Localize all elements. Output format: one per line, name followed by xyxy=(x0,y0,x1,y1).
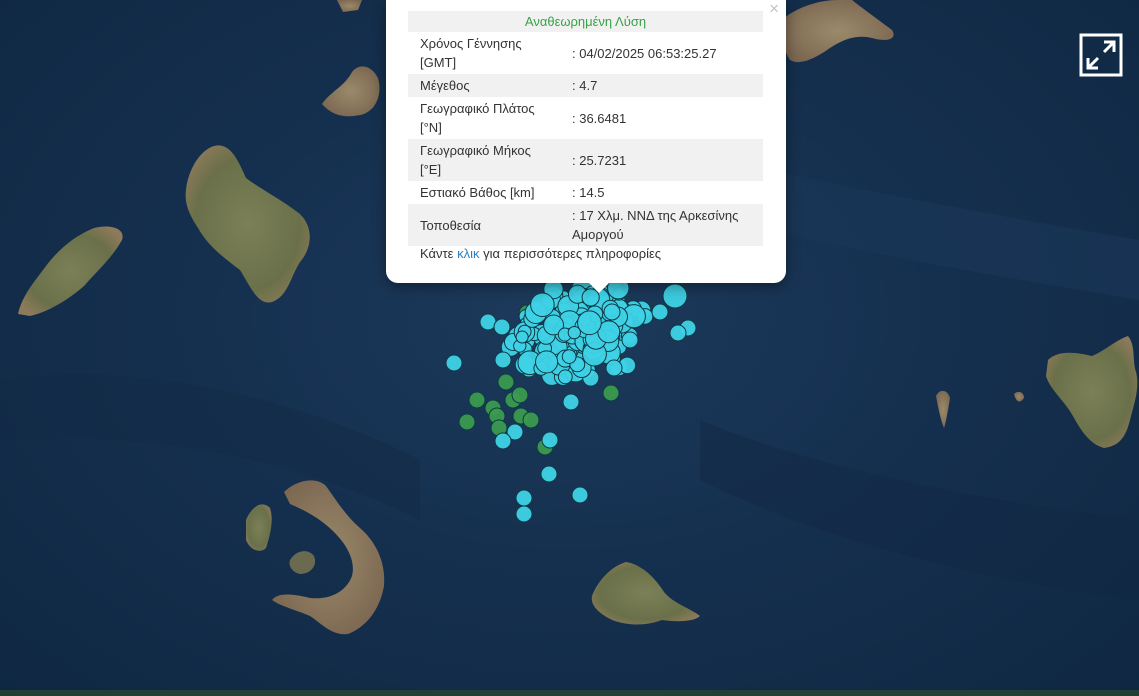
earthquake-marker[interactable] xyxy=(577,310,602,336)
earthquake-marker[interactable] xyxy=(530,292,555,318)
island-astypalaia xyxy=(1046,336,1138,448)
earthquake-marker[interactable] xyxy=(571,486,589,504)
earthquake-marker[interactable] xyxy=(651,303,669,321)
detail-value: : 14.5 xyxy=(572,185,605,200)
earthquake-marker[interactable] xyxy=(493,318,511,336)
earthquake-marker[interactable] xyxy=(515,330,529,344)
map-view[interactable]: × Αναθεωρημένη Λύση Χρόνος Γέννησης [GMT… xyxy=(0,0,1139,696)
island-santorini xyxy=(272,480,385,635)
earthquake-marker[interactable] xyxy=(603,303,621,321)
islet-nea-kameni xyxy=(289,551,316,574)
fullscreen-icon[interactable] xyxy=(1079,33,1123,77)
island-small xyxy=(322,66,380,117)
earthquake-marker[interactable] xyxy=(662,283,688,309)
more-info-link[interactable]: κλικ xyxy=(457,246,479,261)
earthquake-marker[interactable] xyxy=(522,411,540,429)
earthquake-marker[interactable] xyxy=(602,384,620,402)
earthquake-marker[interactable] xyxy=(468,391,486,409)
close-icon[interactable]: × xyxy=(769,0,779,18)
island-therasia xyxy=(246,504,272,551)
detail-value: : 25.7231 xyxy=(564,139,763,181)
island-large xyxy=(185,145,310,303)
sea-ridge xyxy=(700,420,1139,600)
detail-label: Γεωγραφικό Πλάτος [°N] xyxy=(420,101,535,135)
earthquake-markers[interactable] xyxy=(445,276,697,523)
earthquake-marker[interactable] xyxy=(535,350,559,374)
earthquake-marker[interactable] xyxy=(515,489,533,507)
earthquake-marker[interactable] xyxy=(562,393,580,411)
detail-row-origin-time: Χρόνος Γέννησης [GMT] : 04/02/2025 06:53… xyxy=(408,32,763,74)
detail-label: Χρόνος Γέννησης [GMT] xyxy=(420,36,522,70)
more-info-suffix: για περισσότερες πληροφορίες xyxy=(479,246,662,261)
detail-value: : 36.6481 xyxy=(572,110,627,126)
popup-tip xyxy=(588,282,610,293)
detail-value: : 4.7 xyxy=(564,74,763,97)
more-info-prefix: Κάντε xyxy=(420,246,458,261)
detail-row-magnitude: Μέγεθος : 4.7 xyxy=(408,74,763,97)
earthquake-marker[interactable] xyxy=(511,386,529,404)
earthquake-marker[interactable] xyxy=(541,431,559,449)
detail-value: : 04/02/2025 06:53:25.27 xyxy=(572,45,717,61)
sea-ridge xyxy=(0,374,420,520)
earthquake-marker[interactable] xyxy=(494,432,512,450)
detail-label: Εστιακό Βάθος [km] xyxy=(420,185,535,200)
detail-value: : 17 Χλμ. ΝΝΔ της Αρκεσίνης Αμοργού xyxy=(564,204,763,246)
earthquake-marker[interactable] xyxy=(605,359,623,377)
island-elongated xyxy=(18,226,123,316)
earthquake-marker[interactable] xyxy=(497,373,515,391)
detail-row-longitude: Γεωγραφικό Μήκος [°E] : 25.7231 xyxy=(408,139,763,181)
islet xyxy=(1014,391,1024,402)
earthquake-marker[interactable] xyxy=(540,465,558,483)
detail-label: Τοποθεσία xyxy=(408,204,564,246)
earthquake-marker[interactable] xyxy=(621,331,639,349)
island xyxy=(337,0,362,12)
detail-row-depth: Εστιακό Βάθος [km] : 14.5 xyxy=(408,181,763,204)
detail-row-location: Τοποθεσία : 17 Χλμ. ΝΝΔ της Αρκεσίνης Αμ… xyxy=(408,204,763,246)
earthquake-marker[interactable] xyxy=(557,369,573,385)
earthquake-marker[interactable] xyxy=(515,505,533,523)
detail-label: Γεωγραφικό Μήκος [°E] xyxy=(408,139,564,181)
coastline xyxy=(0,690,1139,696)
earthquake-marker[interactable] xyxy=(458,413,476,431)
more-info-text: Κάντε κλικ για περισσότερες πληροφορίες xyxy=(420,246,661,261)
earthquake-marker[interactable] xyxy=(561,349,577,364)
island-anafi xyxy=(591,562,700,625)
earthquake-marker[interactable] xyxy=(445,354,463,372)
popup-title: Αναθεωρημένη Λύση xyxy=(408,11,763,32)
islet xyxy=(936,390,950,428)
earthquake-popup: × Αναθεωρημένη Λύση Χρόνος Γέννησης [GMT… xyxy=(386,0,786,283)
island-amorgos xyxy=(782,0,894,63)
earthquake-marker[interactable] xyxy=(669,324,687,342)
detail-row-latitude: Γεωγραφικό Πλάτος [°N] : 36.6481 xyxy=(408,97,763,139)
earthquake-marker[interactable] xyxy=(494,351,512,369)
earthquake-details-table: Αναθεωρημένη Λύση Χρόνος Γέννησης [GMT] … xyxy=(408,11,763,246)
detail-label: Μέγεθος xyxy=(408,74,564,97)
